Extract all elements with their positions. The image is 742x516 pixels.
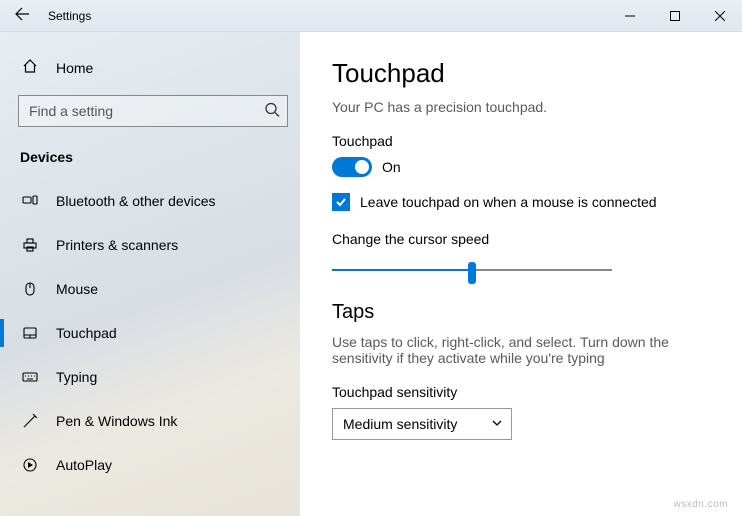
sidebar-home-label: Home [56, 60, 93, 76]
sidebar-item-label: Pen & Windows Ink [56, 413, 177, 429]
taps-description: Use taps to click, right-click, and sele… [332, 334, 714, 366]
taps-heading: Taps [332, 301, 714, 324]
sidebar-item-label: Printers & scanners [56, 237, 178, 253]
touchpad-icon [22, 325, 38, 341]
sidebar: Home Devices Bluetooth & other devices P… [0, 32, 300, 516]
cursor-speed-label: Change the cursor speed [332, 231, 714, 247]
sidebar-item-label: AutoPlay [56, 457, 112, 473]
watermark: wsxdn.com [673, 499, 728, 510]
window-maximize-button[interactable] [652, 0, 697, 32]
sidebar-group-header: Devices [0, 145, 300, 179]
window-title: Settings [48, 9, 91, 23]
home-icon [22, 58, 38, 77]
back-button[interactable] [14, 6, 30, 25]
sidebar-item-printers[interactable]: Printers & scanners [0, 223, 300, 267]
touchpad-toggle[interactable] [332, 157, 372, 177]
leave-touchpad-on-row[interactable]: Leave touchpad on when a mouse is connec… [332, 193, 714, 211]
sidebar-home[interactable]: Home [0, 50, 300, 91]
cursor-speed-slider[interactable] [332, 259, 612, 283]
sensitivity-value: Medium sensitivity [343, 416, 483, 432]
main-panel: Touchpad Your PC has a precision touchpa… [300, 32, 742, 516]
sidebar-item-label: Typing [56, 369, 97, 385]
keyboard-icon [22, 369, 38, 385]
window-close-button[interactable] [697, 0, 742, 32]
autoplay-icon [22, 457, 38, 473]
leave-touchpad-on-label: Leave touchpad on when a mouse is connec… [360, 194, 657, 210]
sensitivity-select[interactable]: Medium sensitivity [332, 408, 512, 440]
sidebar-item-typing[interactable]: Typing [0, 355, 300, 399]
sidebar-item-bluetooth[interactable]: Bluetooth & other devices [0, 179, 300, 223]
sidebar-item-pen[interactable]: Pen & Windows Ink [0, 399, 300, 443]
sidebar-item-autoplay[interactable]: AutoPlay [0, 443, 300, 487]
printer-icon [22, 237, 38, 253]
sensitivity-label: Touchpad sensitivity [332, 384, 714, 400]
sidebar-item-label: Touchpad [56, 325, 117, 341]
touchpad-toggle-label: Touchpad [332, 133, 714, 149]
title-bar: Settings [0, 0, 742, 32]
sidebar-item-label: Bluetooth & other devices [56, 193, 216, 209]
sidebar-item-touchpad[interactable]: Touchpad [0, 311, 300, 355]
touchpad-toggle-state: On [382, 159, 401, 175]
pen-icon [22, 413, 38, 429]
window-minimize-button[interactable] [607, 0, 652, 32]
search-field[interactable] [18, 95, 288, 127]
leave-touchpad-on-checkbox[interactable] [332, 193, 350, 211]
chevron-down-icon [491, 416, 503, 432]
mouse-icon [22, 281, 38, 297]
page-subtitle: Your PC has a precision touchpad. [332, 99, 714, 115]
search-icon [264, 102, 280, 121]
search-input[interactable] [18, 95, 288, 127]
sidebar-item-label: Mouse [56, 281, 98, 297]
slider-thumb[interactable] [468, 262, 476, 284]
page-heading: Touchpad [332, 58, 714, 89]
sidebar-item-mouse[interactable]: Mouse [0, 267, 300, 311]
devices-icon [22, 193, 38, 209]
